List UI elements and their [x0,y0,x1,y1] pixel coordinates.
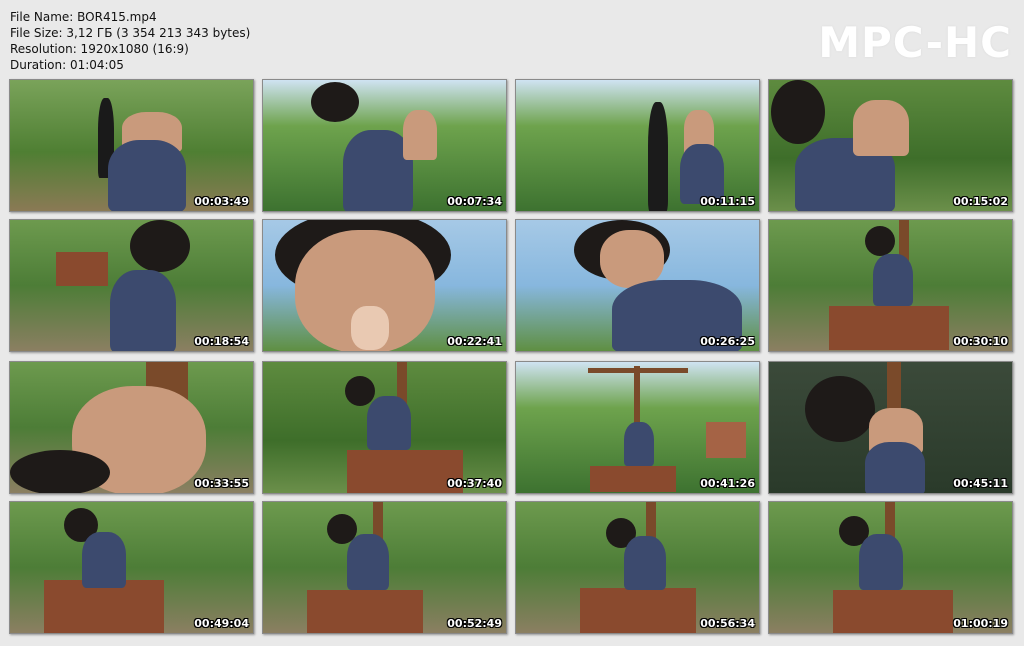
thumbnail[interactable]: 00:41:26 [515,361,760,494]
timestamp: 00:07:34 [447,195,502,208]
thumbnail-grid: 00:03:49 00:07:34 00:11:15 00:15:02 00:1… [9,79,1015,634]
thumbnail[interactable]: 00:56:34 [515,501,760,634]
thumbnail[interactable]: 00:37:40 [262,361,507,494]
thumbnail[interactable]: 00:45:11 [768,361,1013,494]
thumbnail[interactable]: 00:15:02 [768,79,1013,212]
thumbnail-frame [516,220,759,351]
timestamp: 00:18:54 [194,335,249,348]
timestamp: 00:15:02 [953,195,1008,208]
thumbnail[interactable]: 00:03:49 [9,79,254,212]
thumbnail[interactable]: 00:26:25 [515,219,760,352]
thumbnail-frame [516,80,759,211]
timestamp: 00:03:49 [194,195,249,208]
duration: Duration: 01:04:05 [10,58,124,72]
timestamp: 00:37:40 [447,477,502,490]
timestamp: 00:52:49 [447,617,502,630]
thumbnail-frame [263,362,506,493]
timestamp: 00:26:25 [700,335,755,348]
thumbnail-frame [263,220,506,351]
timestamp: 00:49:04 [194,617,249,630]
app-logo: MPC-HC [818,18,1012,67]
thumbnail[interactable]: 00:33:55 [9,361,254,494]
thumbnail-frame [10,220,253,351]
thumbnail[interactable]: 00:11:15 [515,79,760,212]
timestamp: 00:56:34 [700,617,755,630]
thumbnail-frame [769,220,1012,351]
thumbnail-frame [263,502,506,633]
thumbnail-frame [10,362,253,493]
thumbnail-frame [769,362,1012,493]
timestamp: 00:22:41 [447,335,502,348]
file-name: File Name: BOR415.mp4 [10,10,157,24]
timestamp: 00:30:10 [953,335,1008,348]
thumbnail[interactable]: 01:00:19 [768,501,1013,634]
timestamp: 00:11:15 [700,195,755,208]
thumbnail-frame [10,80,253,211]
timestamp: 01:00:19 [953,617,1008,630]
thumbnail-frame [516,502,759,633]
thumbnail[interactable]: 00:30:10 [768,219,1013,352]
resolution: Resolution: 1920x1080 (16:9) [10,42,189,56]
thumbnail[interactable]: 00:18:54 [9,219,254,352]
thumbnail-frame [769,502,1012,633]
thumbnail-frame [263,80,506,211]
timestamp: 00:45:11 [953,477,1008,490]
thumbnail-frame [769,80,1012,211]
timestamp: 00:41:26 [700,477,755,490]
thumbnail[interactable]: 00:49:04 [9,501,254,634]
thumbnail[interactable]: 00:52:49 [262,501,507,634]
thumbnail[interactable]: 00:22:41 [262,219,507,352]
file-info: File Name: BOR415.mp4 File Size: 3,12 ГБ… [10,9,250,73]
thumbnail[interactable]: 00:07:34 [262,79,507,212]
thumbnail-frame [10,502,253,633]
thumbnail-frame [516,362,759,493]
file-size: File Size: 3,12 ГБ (3 354 213 343 bytes) [10,26,251,40]
timestamp: 00:33:55 [194,477,249,490]
